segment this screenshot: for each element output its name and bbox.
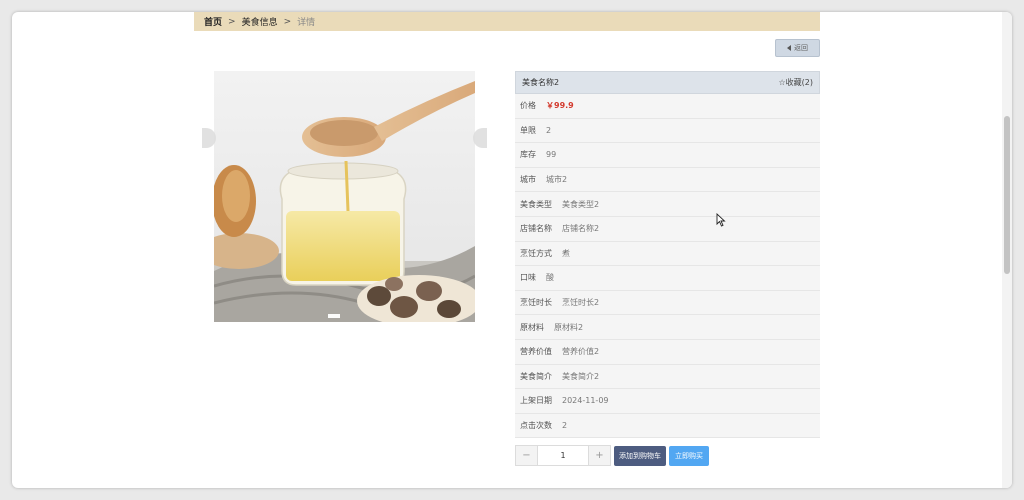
vertical-scrollbar[interactable]: [1002, 12, 1012, 488]
product-header: 美食名称2 ☆收藏(2): [515, 71, 820, 94]
detail-value: 店铺名称2: [562, 224, 600, 234]
detail-row: 上架日期 2024-11-09: [515, 389, 820, 414]
detail-label: 库存: [520, 150, 536, 160]
product-details-panel: 美食名称2 ☆收藏(2) 价格 ￥99.9 单限 2 库存 99 城市 城市2 美食类型 美食类型…: [515, 71, 820, 439]
detail-label: 店铺名称: [520, 224, 552, 234]
detail-row: 烹饪时长 烹饪时长2: [515, 290, 820, 316]
add-to-cart-button[interactable]: 添加到购物车: [614, 445, 666, 466]
detail-row: 单限 2: [515, 118, 820, 144]
detail-value: 美食类型2: [562, 199, 600, 209]
favorite-button[interactable]: ☆收藏(2): [778, 77, 813, 88]
mouse-cursor-icon: [716, 213, 726, 227]
honey-jar-image: [214, 71, 475, 322]
minus-button[interactable]: −: [516, 446, 537, 465]
quantity-input[interactable]: [537, 446, 589, 465]
detail-row: 烹饪方式煮: [515, 241, 820, 267]
detail-row: 价格 ￥99.9: [515, 94, 820, 119]
detail-label: 原材料: [520, 322, 544, 332]
quantity-stepper: − +: [515, 445, 611, 466]
breadcrumb-separator: >: [283, 16, 292, 27]
detail-row: 库存 99: [515, 143, 820, 168]
purchase-bar: − + 添加到购物车 立即购买: [515, 445, 709, 466]
detail-value: 2024-11-09: [562, 396, 609, 406]
detail-row: 美食简介 美食简介2: [515, 364, 820, 390]
detail-value: 煮: [562, 248, 570, 258]
price-value: ￥99.9: [546, 101, 574, 111]
detail-row: 点击次数 2: [515, 413, 820, 439]
carousel-next-arrow[interactable]: [473, 128, 487, 148]
detail-label: 口味: [520, 273, 536, 283]
detail-row: 口味酸: [515, 266, 820, 291]
buy-now-button[interactable]: 立即购买: [669, 445, 709, 466]
back-button-label: 返回: [794, 44, 808, 52]
detail-value: 烹饪时长2: [562, 298, 600, 308]
detail-label: 城市: [520, 175, 536, 185]
detail-row: 营养价值 营养价值2: [515, 339, 820, 365]
detail-label: 营养价值: [520, 347, 552, 357]
detail-label: 烹饪方式: [520, 248, 552, 258]
breadcrumb-home[interactable]: 首页: [204, 15, 222, 28]
detail-row: 原材料 原材料2: [515, 315, 820, 340]
back-button[interactable]: 返回: [775, 39, 820, 57]
scrollbar-thumb[interactable]: [1004, 116, 1010, 274]
detail-label: 点击次数: [520, 421, 552, 431]
breadcrumb-current: 详情: [297, 18, 316, 28]
breadcrumb-section[interactable]: 美食信息: [242, 15, 278, 28]
breadcrumb: 首页 > 美食信息 > 详情: [194, 12, 820, 31]
detail-value: 营养价值2: [562, 347, 600, 357]
arrow-left-icon: [787, 45, 791, 51]
detail-list: 价格 ￥99.9 单限 2 库存 99 城市 城市2 美食类型 美食类型2 店铺名称 店铺名称2 烹饪方…: [515, 94, 820, 439]
detail-row: 城市 城市2: [515, 167, 820, 193]
detail-row: 店铺名称 店铺名称2: [515, 216, 820, 242]
detail-row: 美食类型 美食类型2: [515, 192, 820, 217]
product-image-carousel[interactable]: [214, 71, 475, 322]
plus-button[interactable]: +: [589, 446, 610, 465]
breadcrumb-separator: >: [228, 16, 236, 27]
detail-label: 价格: [520, 101, 536, 111]
detail-value: 99: [546, 150, 557, 160]
detail-label: 上架日期: [520, 396, 552, 406]
detail-value: 美食简介2: [562, 371, 600, 381]
detail-label: 美食类型: [520, 199, 552, 209]
carousel-indicator[interactable]: [328, 314, 340, 318]
detail-label: 烹饪时长: [520, 298, 552, 308]
detail-value: 原材料2: [554, 322, 584, 332]
detail-value: 酸: [546, 273, 554, 283]
detail-label: 单限: [520, 125, 536, 135]
browser-window: 首页 > 美食信息 > 详情 返回 美食名称2 ☆收藏(2) 价格 ￥99.9 …: [12, 12, 1012, 488]
detail-value: 2: [546, 125, 552, 135]
product-name: 美食名称2: [522, 78, 560, 87]
detail-value: 2: [562, 421, 568, 431]
favorite-label: ☆收藏(2): [778, 78, 813, 87]
detail-label: 美食简介: [520, 371, 552, 381]
detail-value: 城市2: [546, 175, 568, 185]
